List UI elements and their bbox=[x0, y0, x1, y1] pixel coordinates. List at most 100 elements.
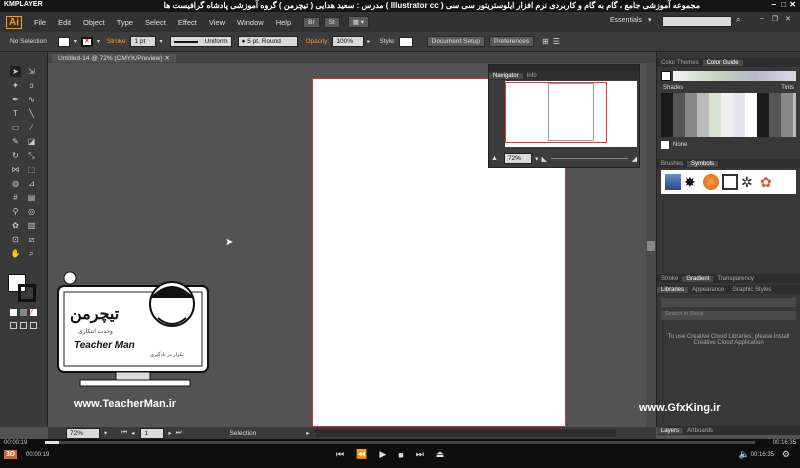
none-icon[interactable]: ╱ bbox=[30, 309, 37, 316]
stroke-weight-input[interactable]: 1 pt bbox=[130, 36, 157, 47]
pen-tool-icon[interactable]: ✒ bbox=[10, 94, 21, 105]
free-transform-tool-icon[interactable]: ⬚ bbox=[26, 164, 37, 175]
symbol-gear[interactable]: ✲ bbox=[741, 174, 757, 190]
menu-select[interactable]: Select bbox=[139, 18, 172, 27]
restore-icon[interactable]: ❐ bbox=[772, 15, 778, 23]
close-icon[interactable]: ✕ bbox=[789, 0, 796, 9]
stock-search-input[interactable]: Search in Stock bbox=[661, 311, 796, 320]
width-tool-icon[interactable]: ⋈ bbox=[10, 164, 21, 175]
tab-artboards[interactable]: Artboards bbox=[683, 428, 717, 434]
opacity-label[interactable]: Opacity: bbox=[306, 38, 330, 45]
settings-icon[interactable]: ⚙ bbox=[782, 449, 790, 460]
paintbrush-tool-icon[interactable]: ∕ bbox=[26, 122, 37, 133]
slice-tool-icon[interactable]: ⧄ bbox=[26, 234, 37, 245]
tab-color-themes[interactable]: Color Themes bbox=[657, 60, 703, 66]
status-menu-icon[interactable]: ▸ bbox=[306, 429, 309, 437]
harmony-rule-strip[interactable] bbox=[673, 71, 796, 81]
base-color-swatch[interactable] bbox=[661, 71, 671, 81]
zoom-out-mountain-icon[interactable]: ◣ bbox=[541, 155, 546, 163]
document-tab[interactable]: Untitled-14 @ 72% (CMYK/Preview) ✕ bbox=[52, 54, 176, 62]
eject-icon[interactable]: ⏏ bbox=[436, 449, 445, 460]
status-zoom-chevron-icon[interactable]: ▾ bbox=[104, 429, 107, 437]
zoom-in-mountain-icon[interactable]: ◢ bbox=[632, 155, 637, 163]
status-zoom-input[interactable]: 72% bbox=[66, 427, 100, 439]
fill-swatch[interactable] bbox=[57, 36, 70, 47]
library-select[interactable] bbox=[661, 298, 796, 307]
draw-behind-icon[interactable] bbox=[20, 322, 27, 329]
none-swatch-icon[interactable] bbox=[661, 141, 669, 149]
tab-libraries[interactable]: Libraries bbox=[657, 286, 689, 293]
menu-file[interactable]: File bbox=[28, 18, 52, 27]
first-artboard-icon[interactable]: ⏮ bbox=[121, 429, 127, 437]
eyedropper-tool-icon[interactable]: ⚲ bbox=[10, 206, 21, 217]
symbol-orange-sphere[interactable] bbox=[703, 174, 719, 190]
magic-wand-tool-icon[interactable]: ✦ bbox=[10, 80, 21, 91]
curvature-tool-icon[interactable]: ∿ bbox=[26, 94, 37, 105]
bridge-button[interactable]: Br bbox=[303, 16, 320, 28]
next-artboard-icon[interactable]: ▸ bbox=[168, 429, 171, 437]
zoom-tool-icon[interactable]: ⌕ bbox=[26, 248, 37, 259]
tab-gradient[interactable]: Gradient bbox=[682, 275, 714, 282]
color-variations-grid[interactable] bbox=[661, 93, 796, 137]
stock-button[interactable]: St bbox=[323, 16, 340, 28]
next-icon[interactable]: ⏭ bbox=[416, 449, 424, 460]
symbol-blue-banner[interactable] bbox=[665, 174, 681, 190]
stroke-label[interactable]: Stroke: bbox=[107, 38, 128, 45]
3d-badge[interactable]: 3D bbox=[4, 450, 17, 459]
shape-builder-tool-icon[interactable]: ◍ bbox=[10, 178, 21, 189]
line-tool-icon[interactable]: ╲ bbox=[26, 108, 37, 119]
style-swatch[interactable] bbox=[398, 36, 413, 47]
zoom-slider[interactable] bbox=[550, 158, 628, 159]
zoom-out-icon[interactable]: ▲ bbox=[491, 155, 498, 162]
tab-color-guide[interactable]: Color Guide bbox=[702, 59, 743, 66]
brush-definition[interactable]: ● 5 pt. Round bbox=[237, 36, 298, 47]
maximize-icon[interactable]: □ bbox=[781, 0, 786, 9]
workspace-chevron-icon[interactable]: ▾ bbox=[648, 16, 652, 24]
menu-view[interactable]: View bbox=[203, 18, 231, 27]
align-icon[interactable]: ⊞ bbox=[542, 37, 549, 46]
tab-stroke[interactable]: Stroke bbox=[657, 276, 682, 282]
previous-icon[interactable]: ⏮ bbox=[336, 449, 344, 460]
blend-tool-icon[interactable]: ◎ bbox=[26, 206, 37, 217]
gradient-icon[interactable] bbox=[20, 309, 27, 316]
lasso-tool-icon[interactable]: ↄ bbox=[26, 80, 37, 91]
seek-bar[interactable] bbox=[45, 441, 755, 444]
tab-info[interactable]: Info bbox=[523, 73, 541, 79]
vertical-scrollbar[interactable] bbox=[646, 63, 656, 427]
gradient-tool-icon[interactable]: ▤ bbox=[26, 192, 37, 203]
search-input[interactable] bbox=[662, 16, 732, 27]
stroke-weight-chevron-icon[interactable]: ▾ bbox=[159, 38, 162, 45]
menu-window[interactable]: Window bbox=[231, 18, 270, 27]
rewind-icon[interactable]: ⏪ bbox=[356, 449, 367, 460]
tab-layers[interactable]: Layers bbox=[657, 427, 684, 434]
menu-type[interactable]: Type bbox=[111, 18, 139, 27]
navigator-zoom-input[interactable]: 72% bbox=[503, 153, 532, 164]
panel-menu-icon[interactable]: ☰ bbox=[553, 37, 560, 46]
color-icon[interactable] bbox=[10, 309, 17, 316]
menu-help[interactable]: Help bbox=[270, 18, 297, 27]
opacity-chevron-icon[interactable]: ▸ bbox=[367, 38, 370, 45]
arrange-documents-button[interactable]: ▦ ▾ bbox=[347, 16, 370, 28]
last-artboard-icon[interactable]: ⏭ bbox=[176, 429, 182, 437]
eraser-tool-icon[interactable]: ◪ bbox=[26, 136, 37, 147]
stroke-color-box[interactable] bbox=[18, 284, 36, 302]
perspective-grid-tool-icon[interactable]: ⊿ bbox=[26, 178, 37, 189]
artboard-tool-icon[interactable]: ⊡ bbox=[10, 234, 21, 245]
mesh-tool-icon[interactable]: # bbox=[10, 192, 21, 203]
menu-edit[interactable]: Edit bbox=[52, 18, 77, 27]
navigator-preview[interactable] bbox=[505, 81, 637, 147]
tab-transparency[interactable]: Transparency bbox=[713, 276, 757, 282]
horizontal-scrollbar[interactable] bbox=[315, 429, 616, 437]
rotate-tool-icon[interactable]: ↻ bbox=[10, 150, 21, 161]
hand-tool-icon[interactable]: ✋ bbox=[10, 248, 21, 259]
artboard-number-input[interactable]: 1 bbox=[140, 427, 165, 439]
graph-tool-icon[interactable]: ▥ bbox=[26, 220, 37, 231]
scroll-thumb[interactable] bbox=[647, 241, 655, 251]
stroke-chevron-icon[interactable]: ▾ bbox=[97, 38, 100, 45]
variable-width-profile[interactable]: Uniform bbox=[169, 36, 232, 47]
menu-object[interactable]: Object bbox=[77, 18, 111, 27]
symbol-splat[interactable]: ✸ bbox=[684, 174, 700, 190]
selection-tool-icon[interactable]: ➤ bbox=[10, 66, 21, 77]
workspace-switcher[interactable]: Essentials bbox=[610, 17, 642, 24]
close-icon[interactable]: ✕ bbox=[785, 15, 791, 23]
